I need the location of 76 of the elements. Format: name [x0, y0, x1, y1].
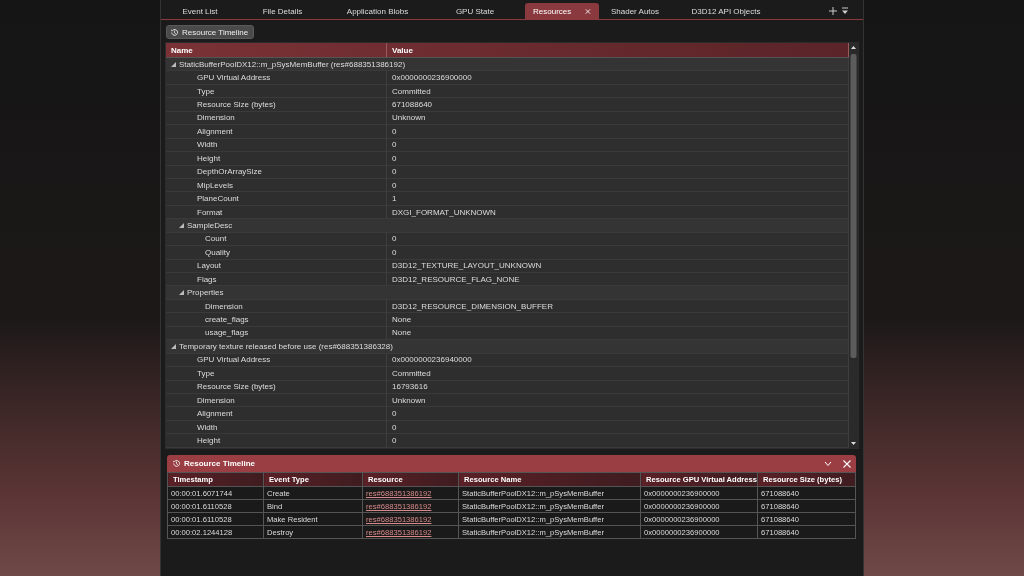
property-value: 0	[392, 140, 397, 150]
property-value: 0	[392, 247, 397, 257]
property-name: Count	[205, 234, 227, 244]
tab[interactable]: D3D12 API Objects	[671, 3, 781, 19]
tree-group-label: SampleDesc	[187, 220, 233, 230]
property-name: Alignment	[197, 409, 233, 419]
property-value: DXGI_FORMAT_UNKNOWN	[392, 207, 496, 217]
property-name: PlaneCount	[197, 194, 239, 204]
property-value: 16793616	[392, 382, 428, 392]
expanded-icon[interactable]	[179, 222, 184, 228]
property-name: Layout	[197, 261, 222, 271]
property-value: 0	[392, 409, 397, 419]
tree-group-label: StaticBufferPoolDX12::m_pSysMemBuffer (res#688351386192)	[179, 59, 406, 69]
property-name: Format	[197, 207, 223, 217]
tab[interactable]: Resources	[525, 3, 599, 19]
property-value: Unknown	[392, 113, 426, 123]
property-name: Resource Size (bytes)	[197, 100, 276, 110]
expanded-icon[interactable]	[179, 290, 184, 296]
chevron-down-icon[interactable]	[824, 460, 832, 467]
tab[interactable]: Event List	[165, 3, 235, 19]
property-value: None	[392, 328, 412, 338]
property-name: Dimension	[197, 395, 235, 405]
dropdown-icon[interactable]	[841, 7, 849, 15]
property-value: Committed	[392, 368, 431, 378]
property-name: Width	[197, 140, 218, 150]
property-name: GPU Virtual Address	[197, 355, 271, 365]
tab[interactable]: Shader Autos	[599, 3, 671, 19]
property-name: Quality	[205, 247, 230, 257]
add-icon[interactable]	[829, 7, 837, 15]
tab[interactable]: File Details	[235, 3, 330, 19]
property-name: Flags	[197, 274, 217, 284]
property-value: 0	[392, 180, 397, 190]
property-value: 0	[392, 126, 397, 136]
expanded-icon[interactable]	[171, 61, 176, 67]
property-name: Dimension	[205, 301, 243, 311]
property-value: Unknown	[392, 395, 426, 405]
property-name: Dimension	[197, 113, 235, 123]
property-value: Committed	[392, 86, 431, 96]
close-icon[interactable]	[585, 7, 591, 15]
history-icon	[170, 27, 179, 37]
property-value: 0	[392, 422, 397, 432]
history-icon	[172, 459, 181, 468]
property-value: 0	[392, 153, 397, 163]
property-name: Resource Size (bytes)	[197, 382, 276, 392]
property-name: Type	[197, 86, 215, 96]
property-value: 0	[392, 435, 397, 445]
tab[interactable]: Application Blobs	[330, 3, 425, 19]
property-value: D3D12_TEXTURE_LAYOUT_UNKNOWN	[392, 261, 542, 271]
property-name: DepthOrArraySize	[197, 167, 262, 177]
property-value: D3D12_RESOURCE_DIMENSION_BUFFER	[392, 301, 553, 311]
panel-title: Resource Timeline	[184, 459, 255, 468]
tree-group-label: Temporary texture released before use (res#688351386328)	[179, 341, 393, 351]
property-value: 1	[392, 194, 397, 204]
property-value: 0	[392, 167, 397, 177]
property-name: Type	[197, 368, 215, 378]
property-value: 0x0000000236940000	[392, 355, 472, 365]
expanded-icon[interactable]	[171, 343, 176, 349]
property-name: MipLevels	[197, 180, 233, 190]
property-name: usage_flags	[205, 328, 249, 338]
property-name: create_flags	[205, 315, 249, 325]
tree-group-label: Properties	[187, 288, 224, 298]
property-name: Height	[197, 435, 221, 445]
property-name: Alignment	[197, 126, 233, 136]
property-name: Width	[197, 422, 218, 432]
resource-timeline-button[interactable]: Resource Timeline	[166, 25, 255, 39]
property-value: None	[392, 315, 412, 325]
property-name: GPU Virtual Address	[197, 73, 271, 83]
tab[interactable]: GPU State	[425, 3, 525, 19]
property-value: 0x0000000236900000	[392, 73, 472, 83]
property-name: Height	[197, 153, 221, 163]
property-value: 671088640	[392, 100, 433, 110]
scrollbar[interactable]	[849, 43, 858, 448]
column-header[interactable]: Name	[166, 43, 387, 57]
property-value: D3D12_RESOURCE_FLAG_NONE	[392, 274, 520, 284]
property-value: 0	[392, 234, 397, 244]
close-icon[interactable]	[843, 459, 851, 468]
